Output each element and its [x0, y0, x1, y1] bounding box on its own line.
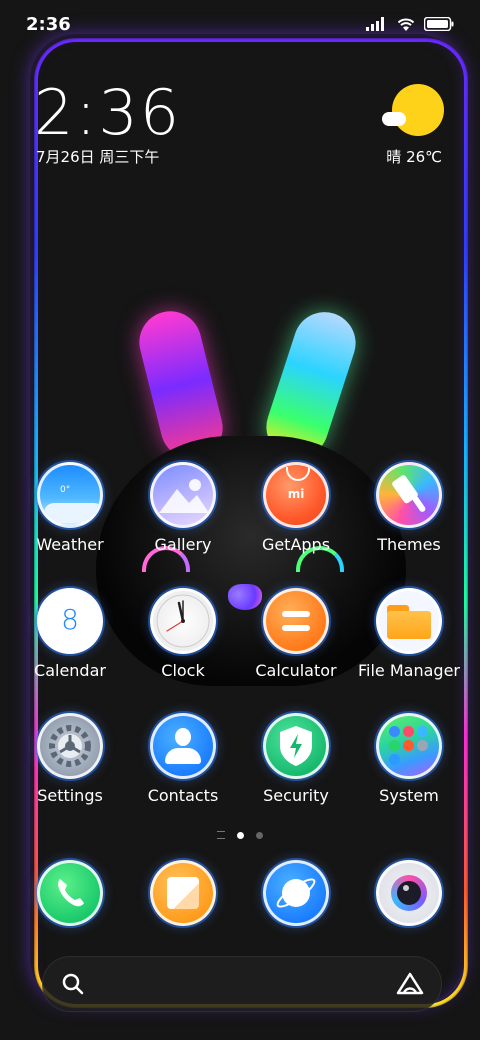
phone-icon — [37, 860, 103, 926]
app-contacts[interactable]: Contacts — [127, 713, 239, 805]
app-label: Settings — [37, 786, 103, 805]
messaging-icon — [150, 860, 216, 926]
app-themes[interactable]: Themes — [353, 462, 465, 554]
app-security[interactable]: Security — [240, 713, 352, 805]
dock-browser[interactable] — [240, 860, 352, 926]
app-label: GetApps — [261, 535, 331, 554]
app-label: Themes — [377, 535, 441, 554]
search-bar[interactable] — [42, 956, 442, 1012]
equals-bar-top — [282, 611, 310, 617]
brush-shape — [392, 475, 426, 512]
folder-grid — [389, 726, 429, 766]
clock-widget-date: 7月26日 周三下午 — [36, 148, 160, 166]
camera-icon — [376, 860, 442, 926]
search-icon[interactable] — [60, 971, 86, 997]
home-screen: 2:36 2:36 7月26日 周三下午 晴 26℃ 0° Weather Ga… — [0, 0, 480, 1040]
gear-shape — [49, 725, 91, 767]
globe-shape — [276, 878, 316, 908]
clock-widget-time[interactable]: 2:36 — [34, 76, 181, 149]
calculator-icon — [263, 588, 329, 654]
app-calendar[interactable]: 8 Calendar — [14, 588, 126, 680]
calendar-day: 8 — [61, 603, 79, 636]
app-system-folder[interactable]: System — [353, 713, 465, 805]
cloud-icon — [382, 112, 406, 126]
person-head — [175, 728, 191, 746]
equals-bar-bottom — [282, 625, 310, 631]
page-dot-active[interactable] — [237, 831, 244, 839]
handset-shape — [58, 879, 84, 907]
battery-icon — [424, 17, 454, 31]
status-bar: 2:36 — [0, 0, 480, 50]
app-label: Clock — [161, 661, 205, 680]
contacts-person-icon — [150, 713, 216, 779]
signal-icon — [366, 17, 384, 31]
message-sheet — [167, 877, 199, 909]
mountain-shape — [159, 479, 209, 513]
folder-icon — [376, 588, 442, 654]
app-weather[interactable]: 0° Weather — [14, 462, 126, 554]
gallery-icon — [150, 462, 216, 528]
lens-glare — [403, 885, 409, 891]
security-shield-icon — [263, 713, 329, 779]
clock-hands — [156, 594, 210, 648]
system-folder-icon — [376, 713, 442, 779]
app-label: Gallery — [154, 535, 212, 554]
app-label: Calendar — [34, 661, 106, 680]
page-dot[interactable] — [256, 831, 263, 839]
settings-gear-icon — [37, 713, 103, 779]
app-clock[interactable]: Clock — [127, 588, 239, 680]
getapps-logo-text: mi — [287, 487, 305, 501]
app-label: System — [379, 786, 439, 805]
dock-phone[interactable] — [14, 860, 126, 926]
app-gallery[interactable]: Gallery — [127, 462, 239, 554]
weather-icon-temp: 0° — [60, 485, 71, 495]
themes-brush-icon — [376, 462, 442, 528]
status-time: 2:36 — [26, 14, 71, 35]
status-icons — [366, 16, 454, 32]
app-file-manager[interactable]: File Manager — [353, 588, 465, 680]
shield-shape — [280, 726, 312, 766]
bag-handle — [286, 467, 310, 481]
person-body — [165, 748, 201, 764]
app-settings[interactable]: Settings — [14, 713, 126, 805]
app-calculator[interactable]: Calculator — [240, 588, 352, 680]
app-label: Security — [263, 786, 329, 805]
wifi-icon — [397, 18, 415, 31]
weather-icon: 0° — [37, 462, 103, 528]
calendar-icon: 8 — [37, 588, 103, 654]
page-indicator[interactable] — [200, 830, 280, 840]
clock-icon — [150, 588, 216, 654]
app-label: File Manager — [358, 661, 460, 680]
app-getapps[interactable]: mi GetApps — [240, 462, 352, 554]
weather-widget-text: 晴 26℃ — [386, 148, 442, 166]
app-list-indicator-icon[interactable] — [217, 831, 225, 839]
app-label: Weather — [36, 535, 104, 554]
app-label: Calculator — [255, 661, 337, 680]
cloud-shape — [44, 503, 100, 523]
getapps-bag-icon: mi — [263, 462, 329, 528]
dock-camera[interactable] — [353, 860, 465, 926]
sunny-icon[interactable] — [392, 84, 444, 136]
camera-lens — [397, 881, 421, 905]
folder-body — [387, 611, 431, 639]
assistant-icon[interactable] — [395, 971, 425, 997]
browser-globe-icon — [263, 860, 329, 926]
app-label: Contacts — [147, 786, 219, 805]
dock-messaging[interactable] — [127, 860, 239, 926]
